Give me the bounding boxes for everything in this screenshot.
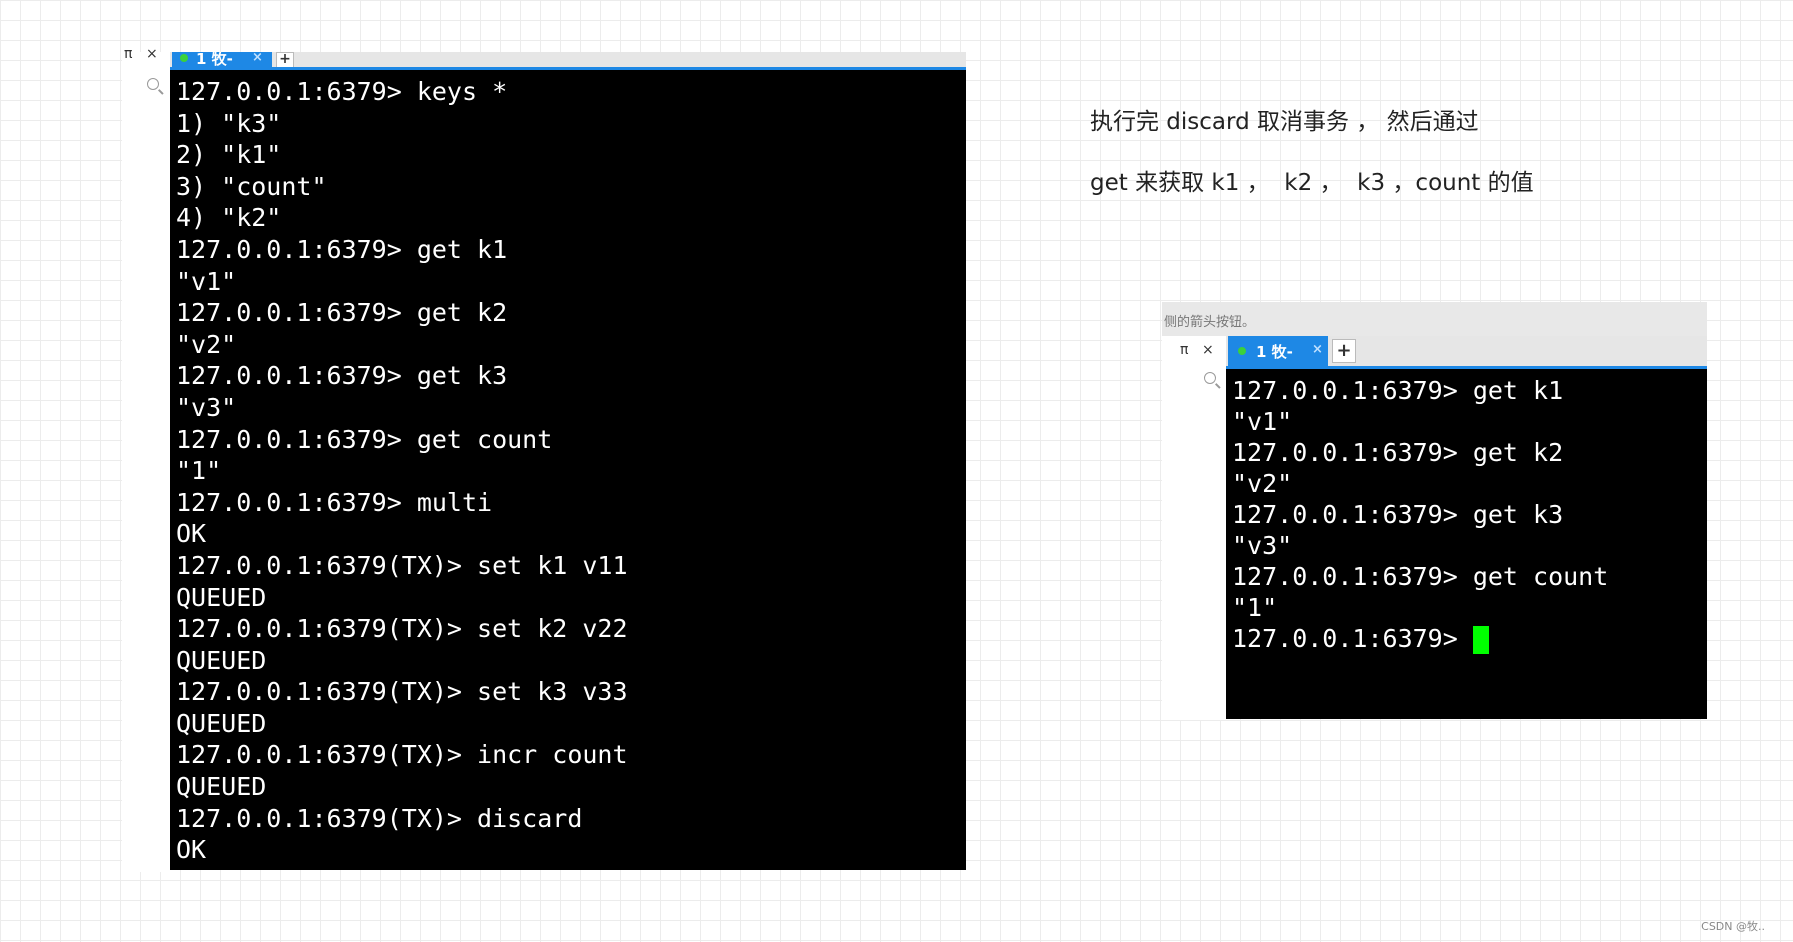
- search-icon[interactable]: [1204, 372, 1216, 384]
- annotation-line-1: 执行完 discard 取消事务 ， 然后通过: [1090, 109, 1479, 135]
- terminal-line: 3) "count": [176, 171, 327, 201]
- tab-label: 1 牧-: [196, 52, 233, 68]
- terminal-line: 127.0.0.1:6379> get k1: [1232, 376, 1564, 405]
- new-tab-button[interactable]: +: [276, 52, 294, 68]
- tab-label: 1 牧-: [1256, 343, 1293, 361]
- terminal-line: "v3": [176, 392, 237, 422]
- terminal-line: "v2": [1232, 469, 1293, 498]
- left-session-panel: [122, 52, 170, 872]
- left-session-tab[interactable]: 1 牧- ×: [172, 52, 272, 68]
- terminal-line: 127.0.0.1:6379(TX)> discard: [176, 803, 583, 833]
- terminal-line: "v1": [176, 266, 237, 296]
- terminal-line: 127.0.0.1:6379(TX)> set k1 v11: [176, 550, 628, 580]
- terminal-line: 127.0.0.1:6379> get k3: [1232, 500, 1564, 529]
- terminal-line: "v2": [176, 329, 237, 359]
- text-cursor: [1472, 626, 1489, 654]
- annotation-line-2: get 来获取 k1 ， k2 ， k3 ，count 的值: [1090, 170, 1534, 196]
- terminal-line: "1": [1232, 593, 1278, 622]
- tab-close-icon[interactable]: ×: [252, 52, 263, 65]
- terminal-line: "v1": [1232, 407, 1293, 436]
- terminal-line: "1": [176, 456, 222, 486]
- terminal-line: 127.0.0.1:6379> multi: [176, 487, 493, 517]
- status-dot-icon: [180, 54, 188, 62]
- terminal-line: 127.0.0.1:6379> get k2: [176, 298, 508, 328]
- prompt-text: 127.0.0.1:6379>: [1232, 624, 1473, 653]
- right-terminal-window: 侧的箭头按钮。 π × 1 牧- × + 127.0.0.1:6379> get…: [1162, 302, 1707, 722]
- close-icon[interactable]: ×: [146, 46, 158, 62]
- terminal-line: OK: [176, 519, 207, 549]
- terminal-line: QUEUED: [176, 582, 267, 612]
- close-icon[interactable]: ×: [1202, 342, 1214, 358]
- search-icon[interactable]: [147, 78, 159, 90]
- terminal-line: "v3": [1232, 531, 1293, 560]
- terminal-line: 127.0.0.1:6379> get k2: [1232, 438, 1564, 467]
- terminal-line: 127.0.0.1:6379> get k1: [176, 234, 508, 264]
- watermark: CSDN @牧..: [1701, 920, 1765, 933]
- terminal-line: 127.0.0.1:6379(TX)> set k2 v22: [176, 614, 628, 644]
- current-prompt-line: 127.0.0.1:6379>: [1232, 623, 1701, 654]
- terminal-line: QUEUED: [176, 772, 267, 802]
- terminal-line: 127.0.0.1:6379> get count: [1232, 562, 1609, 591]
- right-session-tab[interactable]: 1 牧- ×: [1228, 336, 1328, 366]
- pin-icon[interactable]: π: [124, 46, 132, 62]
- terminal-line: 1) "k3": [176, 108, 282, 138]
- terminal-line: OK: [176, 835, 207, 865]
- left-terminal-output[interactable]: 127.0.0.1:6379> keys * 1) "k3" 2) "k1" 3) "…: [170, 70, 966, 870]
- right-session-panel: [1162, 336, 1226, 720]
- terminal-line: QUEUED: [176, 645, 267, 675]
- right-terminal-output[interactable]: 127.0.0.1:6379> get k1 "v1" 127.0.0.1:6379…: [1226, 369, 1707, 719]
- pin-icon[interactable]: π: [1180, 342, 1188, 358]
- terminal-line: QUEUED: [176, 708, 267, 738]
- tab-close-icon[interactable]: ×: [1312, 342, 1323, 357]
- terminal-line: 127.0.0.1:6379(TX)> incr count: [176, 740, 628, 770]
- new-tab-button[interactable]: +: [1332, 339, 1356, 363]
- hint-text: 侧的箭头按钮。: [1164, 315, 1256, 330]
- terminal-line: 127.0.0.1:6379> get count: [176, 424, 553, 454]
- terminal-line: 127.0.0.1:6379> get k3: [176, 361, 508, 391]
- terminal-line: 4) "k2": [176, 203, 282, 233]
- status-dot-icon: [1238, 347, 1246, 355]
- left-terminal-window: π × 1 牧- × + 127.0.0.1:6379> keys * 1) "k…: [0, 0, 970, 880]
- terminal-line: 127.0.0.1:6379> keys *: [176, 77, 508, 106]
- terminal-line: 2) "k1": [176, 140, 282, 170]
- terminal-line: 127.0.0.1:6379(TX)> set k3 v33: [176, 677, 628, 707]
